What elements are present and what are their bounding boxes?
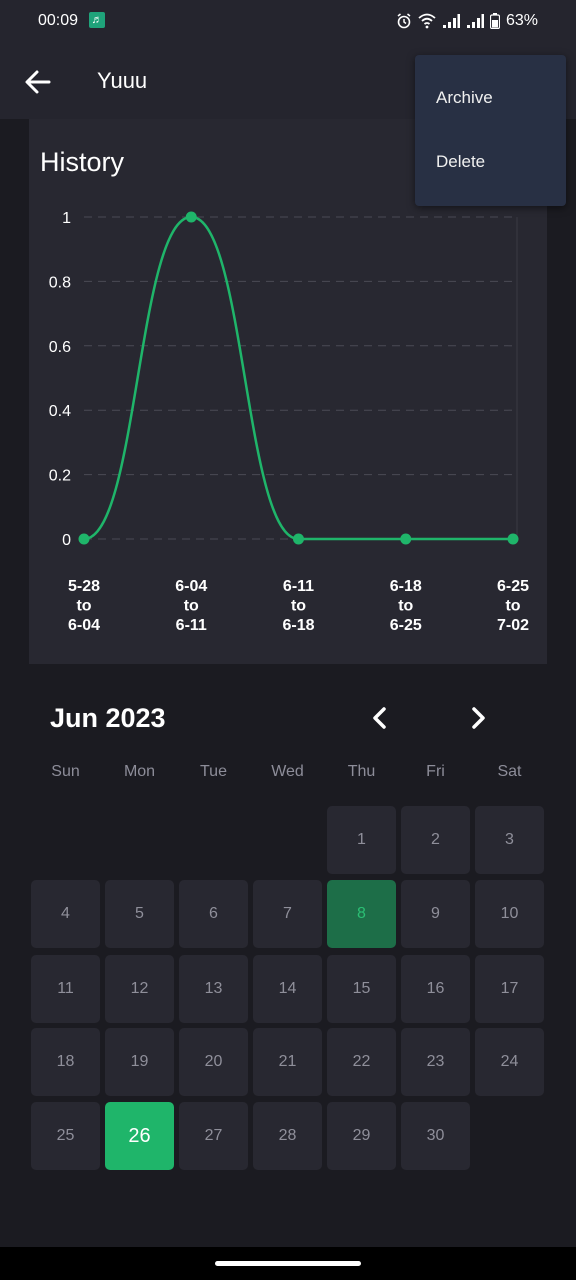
calendar-day-6[interactable]: 6 (179, 880, 248, 948)
calendar-day-2[interactable]: 2 (401, 806, 470, 874)
wifi-icon (418, 13, 436, 29)
month-title: Jun 2023 (50, 703, 166, 733)
calendar-day-23[interactable]: 23 (401, 1028, 470, 1096)
calendar-day-10[interactable]: 10 (475, 880, 544, 948)
calendar-day-3[interactable]: 3 (475, 806, 544, 874)
calendar-day-16[interactable]: 16 (401, 955, 470, 1023)
calendar-day-14[interactable]: 14 (253, 955, 322, 1023)
home-indicator[interactable] (215, 1261, 361, 1266)
calendar-day-9[interactable]: 9 (401, 880, 470, 948)
calendar-day-11[interactable]: 11 (31, 955, 100, 1023)
overflow-menu: Archive Delete (415, 55, 566, 206)
weekday-fri: Fri (426, 763, 445, 780)
calendar-day-5[interactable]: 5 (105, 880, 174, 948)
back-arrow-icon[interactable] (24, 68, 52, 96)
menu-item-archive[interactable]: Archive (436, 88, 493, 108)
status-bar: 00:09 ♬ 63% (0, 0, 576, 44)
calendar-day-21[interactable]: 21 (253, 1028, 322, 1096)
data-point (507, 533, 519, 545)
y-tick-label: 0.8 (49, 274, 71, 291)
calendar-day-12[interactable]: 12 (105, 955, 174, 1023)
series-line (83, 215, 513, 541)
calendar-day-20[interactable]: 20 (179, 1028, 248, 1096)
calendar-day-13[interactable]: 13 (179, 955, 248, 1023)
weekday-sat: Sat (497, 763, 522, 780)
calendar-day-17[interactable]: 17 (475, 955, 544, 1023)
calendar-day-7[interactable]: 7 (253, 880, 322, 948)
battery-icon (489, 13, 500, 29)
battery-percent: 63% (505, 12, 538, 29)
y-tick-label: 1 (62, 210, 71, 227)
weekday-tue: Tue (200, 763, 227, 780)
x-tick-label: 5-28 to 6-04 (68, 578, 100, 634)
calendar-day-26[interactable]: 26 (105, 1102, 174, 1170)
weekday-thu: Thu (347, 763, 376, 780)
x-tick-label: 6-11 to 6-18 (282, 578, 314, 634)
calendar-day-4[interactable]: 4 (31, 880, 100, 948)
calendar-day-25[interactable]: 25 (31, 1102, 100, 1170)
signal-icon-2 (466, 14, 484, 28)
calendar-day-8[interactable]: 8 (327, 880, 396, 948)
calendar-day-27[interactable]: 27 (179, 1102, 248, 1170)
calendar-day-22[interactable]: 22 (327, 1028, 396, 1096)
weekday-sun: Sun (51, 763, 80, 780)
calendar-day-29[interactable]: 29 (327, 1102, 396, 1170)
y-tick-label: 0.6 (49, 339, 71, 356)
x-tick-label: 6-25 to 7-02 (497, 578, 529, 634)
weekday-wed: Wed (271, 763, 304, 780)
y-tick-label: 0.4 (49, 403, 71, 420)
data-point (78, 533, 90, 545)
page-title: Yuuu (97, 68, 148, 93)
notification-app-icon: ♬ (89, 12, 105, 28)
y-tick-label: 0.2 (49, 468, 71, 485)
data-point (400, 533, 412, 545)
y-tick-label: 0 (62, 532, 71, 549)
chevron-right-icon[interactable] (464, 704, 492, 732)
calendar-day-28[interactable]: 28 (253, 1102, 322, 1170)
calendar-day-15[interactable]: 15 (327, 955, 396, 1023)
x-tick-label: 6-18 to 6-25 (390, 578, 422, 634)
calendar-day-19[interactable]: 19 (105, 1028, 174, 1096)
calendar-day-18[interactable]: 18 (31, 1028, 100, 1096)
data-point (185, 211, 197, 223)
status-time: 00:09 (38, 12, 79, 29)
chevron-left-icon[interactable] (366, 704, 394, 732)
status-icons: 63% (396, 12, 538, 30)
calendar-day-1[interactable]: 1 (327, 806, 396, 874)
signal-icon (442, 14, 460, 28)
menu-item-delete[interactable]: Delete (436, 152, 485, 172)
alarm-icon (397, 13, 411, 29)
calendar-day-24[interactable]: 24 (475, 1028, 544, 1096)
data-point (293, 533, 304, 545)
calendar-day-30[interactable]: 30 (401, 1102, 470, 1170)
weekday-mon: Mon (123, 763, 156, 780)
x-tick-label: 6-04 to 6-11 (175, 578, 207, 634)
